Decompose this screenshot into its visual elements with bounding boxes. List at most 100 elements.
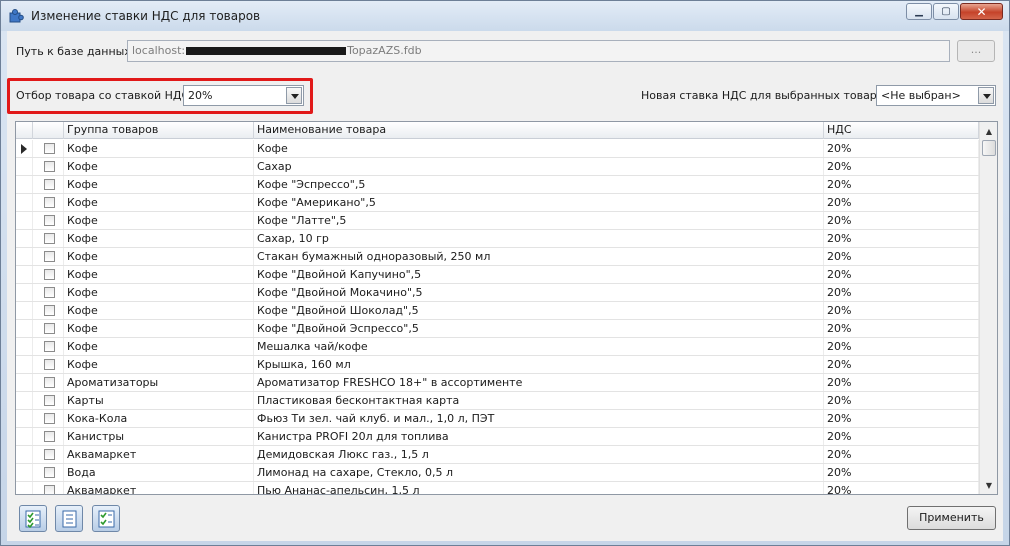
row-checkbox-cell <box>33 428 64 445</box>
table-row[interactable]: Ароматизаторы Ароматизатор FRESHCO 18+" в… <box>16 374 979 392</box>
cell-vat: 20% <box>824 356 979 373</box>
apply-button[interactable]: Применить <box>907 506 996 530</box>
row-checkbox-cell <box>33 464 64 481</box>
new-rate-label: Новая ставка НДС для выбранных товаров <box>641 89 890 102</box>
row-checkbox[interactable] <box>44 323 55 334</box>
filter-label: Отбор товара со ставкой НДС <box>16 89 190 102</box>
table-row[interactable]: Кофе Кофе "Американо",5 20% <box>16 194 979 212</box>
cell-name: Лимонад на сахаре, Стекло, 0,5 л <box>254 464 824 481</box>
row-checkbox[interactable] <box>44 269 55 280</box>
row-indicator <box>16 410 33 427</box>
maximize-button[interactable]: ▢ <box>933 3 959 20</box>
cell-vat: 20% <box>824 320 979 337</box>
cell-vat: 20% <box>824 230 979 247</box>
table-row[interactable]: Карты Пластиковая бесконтактная карта 20% <box>16 392 979 410</box>
cell-name: Мешалка чай/кофе <box>254 338 824 355</box>
minimize-button[interactable]: ▁ <box>906 3 932 20</box>
dialog-window: Изменение ставки НДС для товаров ▁ ▢ ✕ П… <box>0 0 1010 546</box>
title-bar[interactable]: Изменение ставки НДС для товаров ▁ ▢ ✕ <box>1 1 1009 31</box>
table-row[interactable]: Канистры Канистра PROFI 20л для топлива 20… <box>16 428 979 446</box>
row-checkbox-cell <box>33 176 64 193</box>
chevron-down-icon[interactable] <box>286 87 302 104</box>
table-row[interactable]: Аквамаркет Демидовская Люкс газ., 1,5 л 20… <box>16 446 979 464</box>
browse-button[interactable]: ... <box>957 40 995 62</box>
scroll-up-icon[interactable]: ▲ <box>981 123 997 139</box>
row-checkbox[interactable] <box>44 143 55 154</box>
cell-group: Кофе <box>64 140 254 157</box>
chevron-down-icon[interactable] <box>978 87 994 104</box>
header-vat[interactable]: НДС <box>824 122 979 139</box>
table-row[interactable]: Кофе Сахар 20% <box>16 158 979 176</box>
row-checkbox[interactable] <box>44 431 55 442</box>
cell-group: Кофе <box>64 230 254 247</box>
window-controls: ▁ ▢ ✕ <box>905 3 1003 20</box>
row-checkbox[interactable] <box>44 215 55 226</box>
row-checkbox-cell <box>33 140 64 157</box>
new-rate-select[interactable]: <Не выбран> <box>876 85 996 106</box>
header-checkbox-column[interactable] <box>33 122 64 139</box>
db-path-suffix: TopazAZS.fdb <box>347 44 422 57</box>
row-checkbox[interactable] <box>44 287 55 298</box>
table-row[interactable]: Кофе Кофе "Двойной Мокачино",5 20% <box>16 284 979 302</box>
table-row[interactable]: Кофе Мешалка чай/кофе 20% <box>16 338 979 356</box>
row-indicator <box>16 266 33 283</box>
row-checkbox[interactable] <box>44 377 55 388</box>
table-row[interactable]: Кофе Кофе "Эспрессо",5 20% <box>16 176 979 194</box>
table-row[interactable]: Кофе Кофе 20% <box>16 140 979 158</box>
table-row[interactable]: Кофе Крышка, 160 мл 20% <box>16 356 979 374</box>
row-checkbox[interactable] <box>44 305 55 316</box>
cell-name: Канистра PROFI 20л для топлива <box>254 428 824 445</box>
row-checkbox[interactable] <box>44 413 55 424</box>
cell-vat: 20% <box>824 266 979 283</box>
header-indicator <box>16 122 33 139</box>
row-checkbox[interactable] <box>44 161 55 172</box>
cell-vat: 20% <box>824 194 979 211</box>
close-button[interactable]: ✕ <box>960 3 1003 20</box>
row-checkbox-cell <box>33 212 64 229</box>
db-path-label: Путь к базе данных: <box>16 45 135 58</box>
table-row[interactable]: Кока-Кола Фьюз Ти зел. чай клуб. и мал., … <box>16 410 979 428</box>
header-name[interactable]: Наименование товара <box>254 122 824 139</box>
row-checkbox[interactable] <box>44 251 55 262</box>
table-row[interactable]: Кофе Кофе "Латте",5 20% <box>16 212 979 230</box>
cell-vat: 20% <box>824 284 979 301</box>
invert-selection-button[interactable] <box>92 505 120 532</box>
filter-vat-select[interactable]: 20% <box>183 85 304 106</box>
table-row[interactable]: Кофе Стакан бумажный одноразовый, 250 мл 2… <box>16 248 979 266</box>
check-all-button[interactable] <box>19 505 47 532</box>
cell-group: Кофе <box>64 266 254 283</box>
row-indicator <box>16 176 33 193</box>
window-title: Изменение ставки НДС для товаров <box>31 9 261 23</box>
row-checkbox[interactable] <box>44 179 55 190</box>
row-indicator <box>16 302 33 319</box>
db-path-field[interactable]: localhost: TopazAZS.fdb <box>127 40 950 62</box>
cell-name: Кофе "Двойной Эспрессо",5 <box>254 320 824 337</box>
table-row[interactable]: Аквамаркет Пью Ананас-апельсин, 1,5 л 20% <box>16 482 979 494</box>
table-row[interactable]: Кофе Кофе "Двойной Эспрессо",5 20% <box>16 320 979 338</box>
scroll-thumb[interactable] <box>982 140 996 156</box>
row-indicator <box>16 212 33 229</box>
cell-vat: 20% <box>824 446 979 463</box>
table-row[interactable]: Кофе Сахар, 10 гр 20% <box>16 230 979 248</box>
table-row[interactable]: Кофе Кофе "Двойной Капучино",5 20% <box>16 266 979 284</box>
products-grid[interactable]: Группа товаров Наименование товара НДС К… <box>15 121 998 495</box>
uncheck-all-button[interactable] <box>55 505 83 532</box>
grid-rows: Кофе Кофе 20% Кофе Сахар 20% Кофе Кофе "Эспресс… <box>16 140 979 494</box>
current-row-arrow-icon <box>21 144 27 154</box>
cell-group: Кофе <box>64 194 254 211</box>
row-checkbox[interactable] <box>44 467 55 478</box>
row-checkbox[interactable] <box>44 197 55 208</box>
table-row[interactable]: Кофе Кофе "Двойной Шоколад",5 20% <box>16 302 979 320</box>
row-checkbox[interactable] <box>44 359 55 370</box>
scroll-down-icon[interactable]: ▼ <box>981 477 997 493</box>
cell-group: Кофе <box>64 158 254 175</box>
row-checkbox[interactable] <box>44 395 55 406</box>
row-checkbox[interactable] <box>44 449 55 460</box>
row-checkbox[interactable] <box>44 341 55 352</box>
cell-group: Аквамаркет <box>64 482 254 494</box>
row-checkbox[interactable] <box>44 485 55 494</box>
vertical-scrollbar[interactable]: ▲ ▼ <box>979 122 997 494</box>
row-checkbox[interactable] <box>44 233 55 244</box>
header-group[interactable]: Группа товаров <box>64 122 254 139</box>
table-row[interactable]: Вода Лимонад на сахаре, Стекло, 0,5 л 20% <box>16 464 979 482</box>
